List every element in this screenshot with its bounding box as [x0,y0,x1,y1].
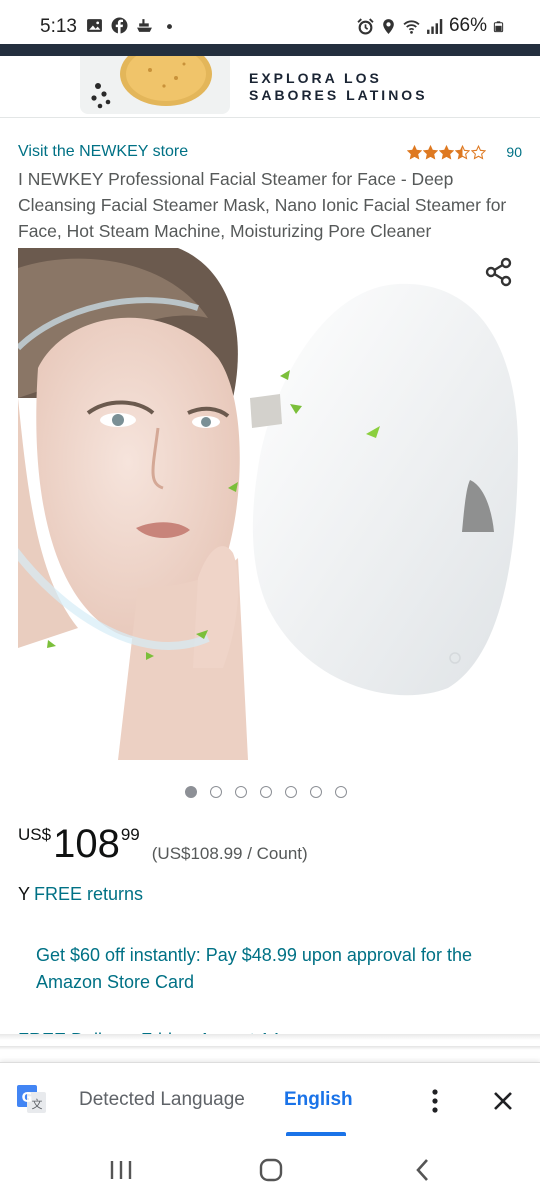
dot-icon [167,24,172,30]
google-translate-icon: G 文 [17,1085,46,1113]
store-card-promo-link[interactable]: Get $60 off instantly: Pay $48.99 upon a… [36,942,516,996]
active-tab-indicator [286,1132,346,1136]
unit-price: (US$108.99 / Count) [151,844,308,863]
location-icon [383,18,394,34]
english-tab[interactable]: English [284,1089,353,1111]
carousel-dot[interactable] [285,786,297,798]
promo-banner[interactable]: EXPLORA LOS SABORES LATINOS [0,42,540,118]
detected-language-tab[interactable]: Detected Language [79,1089,245,1111]
carousel-dot[interactable] [235,786,247,798]
battery-icon [493,20,504,32]
star-icon [471,144,487,160]
price-whole: 108 [53,822,120,866]
divider [0,1034,540,1040]
store-link[interactable]: Visit the NEWKEY store [18,143,188,161]
carousel-dot[interactable] [185,786,197,798]
product-photo [18,248,518,760]
returns-prefix: Y [18,884,31,904]
status-notification-icons [86,17,178,34]
share-icon[interactable] [484,257,514,287]
divider [0,1046,540,1050]
star-icon [407,144,423,160]
battery-percent: 66% [448,15,487,36]
app-header-strip [0,44,540,56]
banner-line-2: SABORES LATINOS [249,87,428,103]
price-currency: US$ [18,825,52,844]
banner-line-1: EXPLORA LOS [249,70,382,86]
product-image[interactable] [18,248,522,760]
carousel-dot[interactable] [210,786,222,798]
cookie-illustration [91,42,212,109]
ship-icon [137,19,152,32]
gallery-icon [87,19,102,32]
alarm-icon [357,17,374,34]
recent-apps-icon[interactable] [106,1156,136,1184]
back-icon[interactable] [408,1156,438,1184]
star-icon [455,144,471,160]
rating-count[interactable]: 90 [506,144,522,160]
star-icon [439,144,455,160]
wifi-icon [403,19,420,34]
rating-summary[interactable]: 90 [407,144,522,160]
price-fraction: 99 [120,825,140,844]
banner-image [80,42,230,114]
status-time: 5:13 [40,16,77,37]
product-title: I NEWKEY Professional Facial Steamer for… [18,169,507,241]
returns-row: Y FREE returns [18,884,143,905]
banner-text: EXPLORA LOS SABORES LATINOS [249,70,428,104]
carousel-dot[interactable] [335,786,347,798]
free-returns-link[interactable]: FREE returns [34,884,143,904]
svg-text:文: 文 [32,1097,43,1111]
more-options-icon[interactable] [420,1086,450,1116]
home-icon[interactable] [256,1156,286,1184]
carousel-dot[interactable] [310,786,322,798]
carousel-dot[interactable] [260,786,272,798]
status-system-icons: 66% [357,15,504,37]
signal-icon [427,18,443,34]
facebook-icon [111,17,128,34]
star-icon [423,144,439,160]
close-icon[interactable] [488,1086,518,1116]
price: US$ 108 99 (US$108.99 / Count) [18,822,308,866]
image-carousel-dots [0,786,540,798]
star-rating [407,144,487,160]
